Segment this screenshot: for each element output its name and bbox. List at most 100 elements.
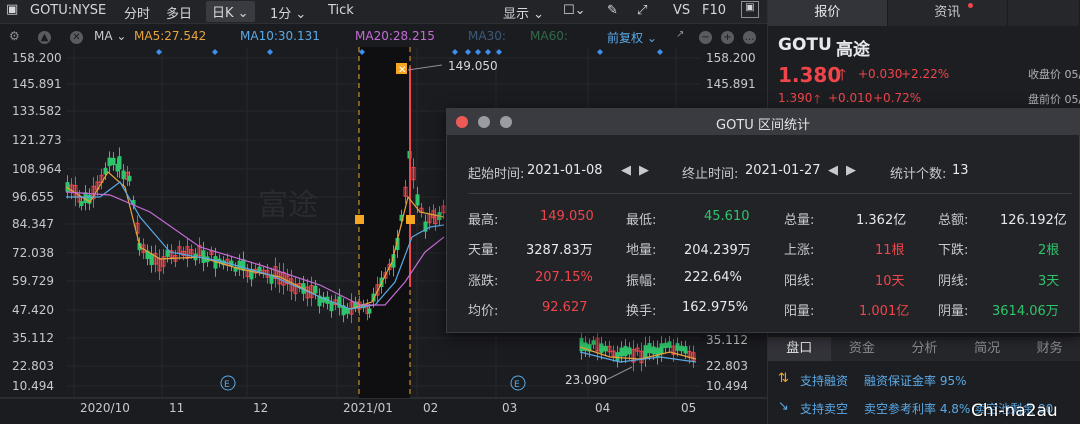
plus-icon[interactable]: + — [721, 29, 734, 44]
tab-tick[interactable]: Tick — [328, 3, 354, 18]
stat-label: 阳线: — [784, 274, 815, 289]
y-tick-11: 22.803 — [12, 359, 54, 373]
candle-body — [651, 346, 656, 355]
stat-label: 振幅: — [626, 274, 657, 289]
event-dot — [156, 49, 162, 55]
pen-icon[interactable]: ✎ — [607, 3, 618, 18]
tab-profile[interactable]: 简况 — [956, 337, 1019, 361]
watermark-logo: 富途 — [258, 188, 318, 223]
stat-min-volume: 204.239万 — [684, 243, 751, 258]
gear-icon[interactable]: ⚙ — [9, 29, 20, 43]
stat-low: 45.610 — [704, 209, 750, 224]
candle-body — [149, 253, 154, 266]
event-dot — [485, 49, 491, 55]
ma-selector[interactable]: MA ⌄ — [94, 29, 126, 43]
close-label: 收盘价 05/ — [1028, 68, 1080, 81]
event-dot — [267, 49, 273, 55]
ma10-value: MA10:30.131 — [240, 29, 320, 43]
stat-volume: 1.362亿 — [856, 213, 907, 228]
candle-body — [83, 192, 88, 204]
notification-dot — [967, 3, 973, 8]
tab-empty[interactable] — [1008, 0, 1080, 26]
window-icon[interactable]: ▣ — [741, 1, 759, 18]
adjust-dropdown[interactable]: 前复权 ⌄ — [607, 29, 657, 46]
ma30-value: MA30: — [468, 29, 506, 43]
tab-finance[interactable]: 财务 — [1018, 337, 1080, 361]
ma-selector-label: MA — [94, 29, 113, 43]
y-tick-right-12: 10.494 — [706, 379, 748, 393]
chart-toolbar: ▣ GOTU:NYSE 分时 多日 日K ⌄ 1分 ⌄ Tick 显示 ⌄ ☐⌄… — [0, 0, 767, 24]
stat-label: 地量: — [626, 243, 657, 258]
stat-max-volume: 3287.83万 — [526, 243, 593, 258]
menu-icon[interactable]: ▣ — [6, 2, 18, 17]
count-label: 统计个数: — [890, 167, 947, 182]
more-icon[interactable]: … — [743, 29, 756, 44]
x-tick-4: 02 — [423, 401, 439, 415]
vs-button[interactable]: VS — [673, 3, 690, 18]
price-change: +0.030 — [858, 67, 903, 81]
up-icon[interactable]: ▲ — [38, 29, 51, 44]
price-pct: +2.22% — [901, 67, 950, 81]
y-tick-3: 121.273 — [12, 133, 62, 147]
display-dropdown[interactable]: 显示 ⌄ — [503, 3, 544, 22]
candle-body — [201, 250, 206, 263]
tab-analysis[interactable]: 分析 — [893, 337, 956, 361]
tab-orderbook[interactable]: 盘口 — [768, 337, 831, 361]
end-date: 2021-01-27 — [745, 163, 821, 178]
stat-label: 最低: — [626, 213, 657, 228]
expand-icon[interactable]: ⤢ — [637, 3, 647, 18]
stat-bull-volume: 1.001亿 — [859, 304, 910, 319]
short-tag[interactable]: 支持卖空 — [800, 400, 848, 417]
event-dot — [465, 49, 471, 55]
chevron-down-icon: ⌄ — [295, 7, 307, 22]
y-tick-10: 35.112 — [12, 331, 54, 345]
tab-news[interactable]: 资讯 — [888, 0, 1008, 26]
candle-body — [615, 352, 620, 362]
display-label: 显示 — [503, 7, 530, 22]
y-tick-1: 145.891 — [12, 77, 62, 91]
pre-label: 盘前价 05/ — [1028, 93, 1080, 106]
stat-label: 阴线: — [938, 274, 969, 289]
tab-multiday[interactable]: 多日 — [166, 3, 192, 22]
minus-icon[interactable]: − — [699, 29, 712, 44]
start-prev-icon[interactable]: ◀ — [621, 163, 631, 178]
tab-1min[interactable]: 1分 ⌄ — [270, 3, 306, 22]
dialog-titlebar: GOTU 区间统计 — [447, 109, 1079, 135]
stat-label: 下跌: — [938, 243, 969, 258]
count-value: 13 — [952, 163, 969, 178]
chevron-down-icon: ⌄ — [533, 7, 545, 22]
stat-bear-days: 3天 — [1038, 274, 1060, 289]
quote-tabs: 报价 资讯 — [768, 0, 1080, 26]
axis-icon[interactable]: ↗ — [676, 29, 684, 40]
tab-intraday[interactable]: 分时 — [124, 3, 150, 22]
tab-daily-label: 日K — [212, 6, 234, 21]
chevron-down-icon: ⌄ — [646, 31, 657, 45]
tab-news-label: 资讯 — [934, 5, 961, 20]
tab-capital[interactable]: 资金 — [831, 337, 894, 361]
candle-body — [107, 157, 112, 167]
stat-high: 149.050 — [540, 209, 594, 224]
candle-body — [329, 302, 334, 312]
candle-body — [679, 345, 684, 352]
short-icon: ↘ — [778, 399, 789, 414]
f10-button[interactable]: F10 — [702, 3, 726, 18]
y-tick-6: 84.347 — [12, 217, 54, 231]
candle-body — [603, 345, 608, 352]
end-prev-icon[interactable]: ◀ — [828, 163, 838, 178]
tab-daily[interactable]: 日K ⌄ — [206, 1, 255, 22]
end-next-icon[interactable]: ▶ — [846, 163, 856, 178]
start-date: 2021-01-08 — [527, 163, 603, 178]
candle-body — [117, 156, 122, 170]
candle-body — [619, 347, 624, 357]
ma60-value: MA60: — [530, 29, 568, 43]
margin-tag[interactable]: 支持融资 — [800, 372, 848, 389]
range-stats-dialog: GOTU 区间统计 起始时间: 2021-01-08 ◀ ▶ 终止时间: 202… — [446, 108, 1080, 333]
draw-box-icon[interactable]: ☐⌄ — [563, 3, 586, 18]
event-e-2-label: E — [514, 380, 520, 390]
candle-body — [667, 341, 672, 348]
close-icon[interactable]: ✕ — [70, 29, 83, 44]
start-next-icon[interactable]: ▶ — [639, 163, 649, 178]
high-label: 149.050 — [448, 59, 498, 73]
tab-quote[interactable]: 报价 — [768, 0, 888, 26]
stat-label: 阴量: — [938, 304, 969, 319]
